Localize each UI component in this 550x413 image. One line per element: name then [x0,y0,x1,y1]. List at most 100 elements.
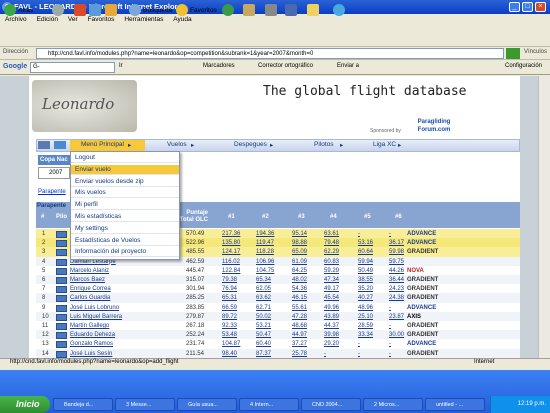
history-icon [222,4,234,17]
task-internet[interactable]: 4 Intern... [239,398,299,411]
address-input[interactable]: http://cnd.favl.info/modules.php?name=le… [36,48,504,59]
task-paint[interactable]: untitled - ... [425,398,485,411]
parapente-header: Parapente [37,203,67,209]
forward-button[interactable] [52,4,66,18]
paragliding-forum-logo[interactable]: Paragliding Forum.com [414,118,454,136]
edit-icon [285,4,297,17]
home-nav-icon[interactable] [38,141,50,149]
col-pilot-header[interactable]: Pilo [56,214,67,220]
search-button[interactable]: Búsqueda [129,4,172,18]
research-button[interactable] [333,4,347,18]
dropdown-item-my-stats[interactable]: Mis estadísticas [71,212,179,222]
dropdown-item-my-flights[interactable]: Mis vuelos [71,188,179,199]
print-icon [265,4,277,17]
dropdown-item-my-profile[interactable]: Mi perfil [71,200,179,211]
country-flag-icon [56,231,67,238]
nav-pilotos-arrow-icon: ▸ [340,142,344,149]
maximize-button[interactable]: □ [522,2,533,12]
back-arrow-icon [4,4,16,17]
logo-text: Leonardo [42,95,115,113]
google-search-input[interactable]: G- [30,62,115,73]
col-score-2: #2 [262,214,269,220]
edit-button[interactable] [285,4,299,18]
dropdown-item-project-info[interactable]: Información del proyecto [71,247,179,258]
country-flag-icon [56,304,67,312]
links-label[interactable]: Vínculos [524,49,547,55]
col-score-3: #3 [298,214,305,220]
country-flag-icon [56,267,67,275]
page-left-margin [0,76,29,358]
country-flag-icon [56,277,67,284]
country-flag-icon [56,341,67,349]
dropdown-item-flight-stats[interactable]: Estadísticas de Vuelos [71,236,179,246]
status-zone: Internet [474,359,495,365]
system-tray-clock[interactable]: 12:19 p.m. [490,396,550,413]
google-go-button[interactable]: Ir [119,63,123,69]
minimize-button[interactable]: _ [509,2,520,12]
year-selector[interactable]: 2007 [38,167,70,179]
nav-vuelos[interactable]: Vuelos [167,141,187,148]
sponsored-by-label: Sponsored by [370,128,401,134]
table-header-sponsor [413,202,520,228]
close-button[interactable]: × [535,2,546,12]
bookmarks-button[interactable]: Marcadores [203,63,235,69]
status-url: http://cnd.favl.info/modules.php?name=le… [10,359,179,365]
back-button[interactable]: Atrás [4,4,33,18]
dropdown-item-send-flights-zip[interactable]: Enviar vuelos desde zip [71,177,179,187]
dropdown-item-logout[interactable]: Logout [71,153,179,163]
task-cnd[interactable]: CND 2004... [301,398,361,411]
task-messenger[interactable]: 3 Messe... [115,398,175,411]
print-button[interactable] [265,4,279,18]
nav-pilotos[interactable]: Pilotos [314,141,334,148]
mail-icon [243,4,255,17]
send-to-button[interactable]: Enviar a [337,63,359,69]
col-total-header[interactable]: Puntaje Total OLC [176,210,208,224]
copa-header: Copa Nac [38,155,74,165]
col-score-4: #4 [330,214,337,220]
google-settings-button[interactable]: Configuración [505,63,542,69]
nav-liga-arrow-icon: ▸ [398,142,402,149]
task-word[interactable]: 2 Micros... [363,398,423,411]
col-score-1: #1 [228,214,235,220]
col-num-header: # [41,214,45,220]
country-flag-icon [56,240,67,248]
stop-icon [74,4,86,17]
star-icon [176,4,188,17]
history-button[interactable] [222,4,236,18]
search-icon [129,4,141,17]
messenger-icon [307,4,319,17]
country-flag-icon [56,295,67,303]
nav-main-menu[interactable]: Menú Principal [81,141,124,148]
spellcheck-button[interactable]: Corrector ortográfico [258,63,313,69]
messenger-button[interactable] [307,4,321,18]
country-flag-icon [56,286,67,294]
task-inbox[interactable]: Bandeja d... [53,398,113,411]
refresh-button[interactable] [89,4,103,18]
nav-dropdown-arrow-icon: ▸ [128,142,132,149]
stop-button[interactable] [74,4,88,18]
go-button[interactable] [506,48,520,59]
site-slogan: The global flight database [263,84,467,99]
favorites-button[interactable]: Favoritos [176,4,217,18]
parapente-link[interactable]: Parapente [38,189,66,195]
toolbar [0,25,550,47]
refresh-icon [89,4,101,17]
col-score-6: #6 [395,214,402,220]
start-button[interactable]: Inicio [0,396,50,413]
mail-button[interactable] [243,4,257,18]
nav-despegues-arrow-icon: ▸ [270,142,274,149]
country-flag-icon [56,249,67,257]
home-button[interactable] [105,4,119,18]
nav-vuelos-arrow-icon: ▸ [191,142,195,149]
task-guide[interactable]: Guía usua... [177,398,237,411]
home-icon [105,4,117,17]
nav-despegues[interactable]: Despegues [234,141,267,148]
country-flag-icon [56,313,67,321]
address-label: Dirección [3,49,29,55]
flag-nav-icon[interactable] [54,141,66,149]
col-score-5: #5 [364,214,371,220]
dropdown-item-my-settings[interactable]: My settings [71,224,179,234]
dropdown-item-send-flight[interactable]: Enviar vuelo [71,164,179,175]
vertical-scrollbar[interactable] [538,76,550,358]
nav-liga-xc[interactable]: Liga XC [373,141,396,148]
